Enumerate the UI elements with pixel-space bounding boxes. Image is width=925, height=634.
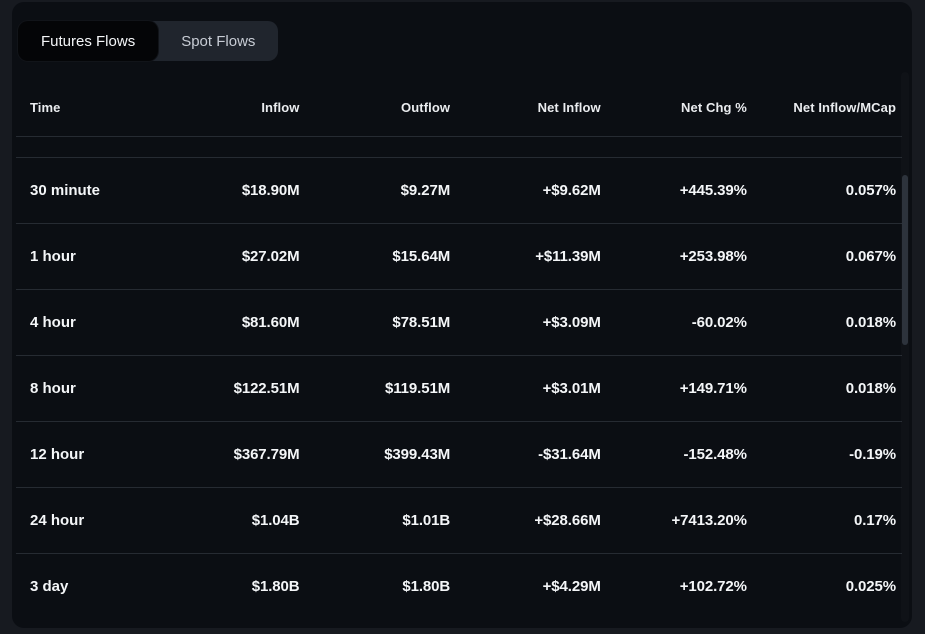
cell-inflow: $1.04B [149,487,300,553]
cell-net-chg: +102.72% [601,553,747,619]
cell-net-chg: -152.48% [601,421,747,487]
cell-net-inflow-mcap: 0.17% [747,487,902,553]
table-row: 30 minute $18.90M $9.27M +$9.62M +445.39… [16,157,902,223]
cell-net-inflow: +$3.09M [450,289,601,355]
flows-table: Time Inflow Outflow Net Inflow Net Chg %… [16,80,902,619]
cell-inflow: $18.90M [149,157,300,223]
cell-time: 4 hour [16,289,149,355]
cell-time: 30 minute [16,157,149,223]
cell-time: 24 hour [16,487,149,553]
cell-time: 12 hour [16,421,149,487]
cell-outflow: $119.51M [300,355,451,421]
table-row: 12 hour $367.79M $399.43M -$31.64M -152.… [16,421,902,487]
flows-table-area: Time Inflow Outflow Net Inflow Net Chg %… [12,80,912,628]
cell-outflow: $1.01B [300,487,451,553]
cell-outflow: $399.43M [300,421,451,487]
cell-inflow: $27.02M [149,223,300,289]
table-row: 24 hour $1.04B $1.01B +$28.66M +7413.20%… [16,487,902,553]
cell-net-inflow: +$28.66M [450,487,601,553]
cell-net-inflow: -$31.64M [450,421,601,487]
cell-inflow: $122.51M [149,355,300,421]
cell-net-inflow: +$11.39M [450,223,601,289]
cell-outflow: $15.64M [300,223,451,289]
table-row: 4 hour $81.60M $78.51M +$3.09M -60.02% 0… [16,289,902,355]
table-row: 3 day $1.80B $1.80B +$4.29M +102.72% 0.0… [16,553,902,619]
col-header-outflow: Outflow [300,80,451,136]
table-header-row: Time Inflow Outflow Net Inflow Net Chg %… [16,80,902,136]
cell-outflow: $9.27M [300,157,451,223]
table-row: 8 hour $122.51M $119.51M +$3.01M +149.71… [16,355,902,421]
cell-net-inflow-mcap: 0.018% [747,289,902,355]
flows-tab-group: Futures Flows Spot Flows [18,21,278,61]
scrollbar-thumb[interactable] [902,175,908,345]
futures-flows-panel: Futures Flows Spot Flows Time Inflow Out… [12,2,912,628]
cell-net-inflow-mcap: 0.067% [747,223,902,289]
col-header-time: Time [16,80,149,136]
col-header-net-chg: Net Chg % [601,80,747,136]
cell-net-inflow: +$4.29M [450,553,601,619]
cell-net-chg: +149.71% [601,355,747,421]
cell-net-inflow: +$3.01M [450,355,601,421]
cell-net-chg: +253.98% [601,223,747,289]
table-row: 1 hour $27.02M $15.64M +$11.39M +253.98%… [16,223,902,289]
cell-net-inflow: +$9.62M [450,157,601,223]
cell-time: 3 day [16,553,149,619]
cell-net-inflow-mcap: 0.025% [747,553,902,619]
cell-net-inflow-mcap: -0.19% [747,421,902,487]
cell-outflow: $1.80B [300,553,451,619]
tab-spot-flows[interactable]: Spot Flows [158,21,278,61]
cell-net-inflow-mcap: 0.018% [747,355,902,421]
col-header-inflow: Inflow [149,80,300,136]
col-header-net-inflow: Net Inflow [450,80,601,136]
cell-inflow: $367.79M [149,421,300,487]
cell-net-chg: +445.39% [601,157,747,223]
cell-time: 1 hour [16,223,149,289]
cell-time: 8 hour [16,355,149,421]
vertical-scrollbar[interactable] [901,72,909,622]
cell-net-inflow-mcap: 0.057% [747,157,902,223]
cell-net-chg: -60.02% [601,289,747,355]
tab-futures-flows[interactable]: Futures Flows [18,21,158,61]
cell-inflow: $81.60M [149,289,300,355]
cell-outflow: $78.51M [300,289,451,355]
table-spacer-row [16,136,902,157]
cell-inflow: $1.80B [149,553,300,619]
col-header-net-inflow-mcap: Net Inflow/MCap [747,80,902,136]
cell-net-chg: +7413.20% [601,487,747,553]
